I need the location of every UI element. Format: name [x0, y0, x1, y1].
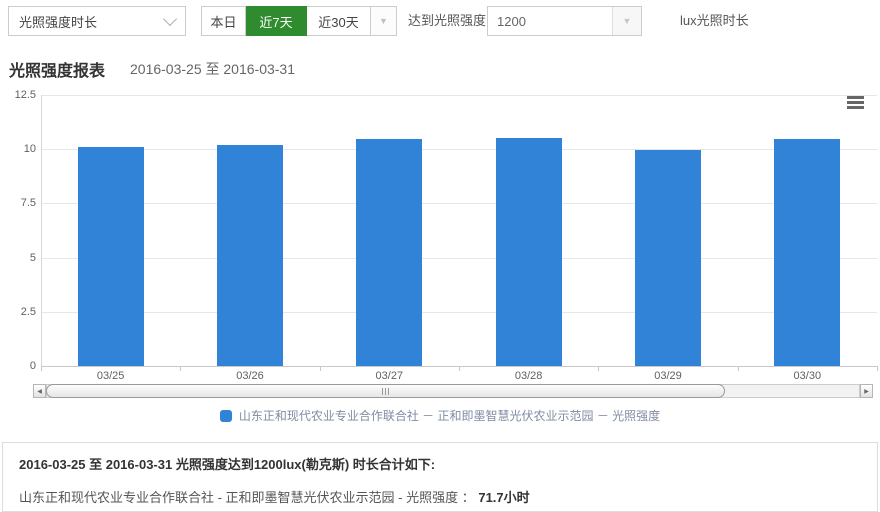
- summary-panel: 2016-03-25 至 2016-03-31 光照强度达到1200lux(勒克…: [2, 442, 878, 512]
- bar-03/29[interactable]: [635, 150, 701, 366]
- x-axis-category-label: 03/28: [459, 370, 598, 382]
- x-axis-category-label: 03/27: [320, 370, 459, 382]
- bar-03/27[interactable]: [356, 139, 422, 366]
- x-axis-category-label: 03/30: [738, 370, 877, 382]
- summary-detail-prefix: 山东正和现代农业专业合作联合社 - 正和即墨智慧光伏农业示范园 - 光照强度 ：: [19, 490, 475, 505]
- x-axis-category-label: 03/26: [180, 370, 319, 382]
- gridline-y-10: [41, 149, 877, 150]
- x-axis-tick: [877, 366, 878, 371]
- legend-item[interactable]: 山东正和现代农业专业合作联合社 － 正和即墨智慧光伏农业示范园 － 光照强度: [220, 407, 660, 424]
- y-axis-tick-label: 7.5: [0, 197, 36, 209]
- legend-label: 山东正和现代农业专业合作联合社 － 正和即墨智慧光伏农业示范园 － 光照强度: [239, 407, 660, 424]
- legend-marker-icon: [220, 410, 232, 422]
- gridline-y-7.5: [41, 203, 877, 204]
- arrow-left-icon: ◀: [37, 388, 42, 395]
- x-axis-category-label: 03/25: [41, 370, 180, 382]
- y-axis-tick-label: 0: [0, 360, 36, 372]
- gridline-y-12.5: [41, 95, 877, 96]
- y-axis-tick-label: 2.5: [0, 306, 36, 318]
- arrow-right-icon: ▶: [864, 388, 869, 395]
- bar-03/28[interactable]: [496, 138, 562, 366]
- hamburger-menu-icon: [847, 96, 864, 99]
- y-axis-tick-label: 12.5: [0, 89, 36, 101]
- bar-03/30[interactable]: [774, 139, 840, 366]
- bar-03/25[interactable]: [78, 147, 144, 366]
- y-axis-tick-label: 5: [0, 252, 36, 264]
- bar-03/26[interactable]: [217, 145, 283, 366]
- scrollbar-right-button[interactable]: ▶: [860, 384, 873, 398]
- chart-scrollbar-thumb[interactable]: [46, 384, 725, 398]
- chart-export-menu-button[interactable]: [847, 96, 864, 109]
- summary-detail: 山东正和现代农业专业合作联合社 - 正和即墨智慧光伏农业示范园 - 光照强度 ：…: [19, 487, 861, 506]
- summary-heading: 2016-03-25 至 2016-03-31 光照强度达到1200lux(勒克…: [19, 454, 861, 473]
- y-axis-line: [41, 95, 42, 366]
- gridline-y-5: [41, 258, 877, 259]
- y-axis-tick-label: 10: [0, 143, 36, 155]
- summary-total-hours: 71.7小时: [478, 490, 529, 505]
- light-intensity-bar-chart: 0 2.5 5 7.5 10 12.5 03/2503/2603/2703/2803/290…: [0, 0, 880, 430]
- x-axis-category-label: 03/29: [598, 370, 737, 382]
- scrollbar-left-button[interactable]: ◀: [33, 384, 46, 398]
- gridline-y-2.5: [41, 312, 877, 313]
- grip-icon: [382, 388, 389, 395]
- chart-legend: 山东正和现代农业专业合作联合社 － 正和即墨智慧光伏农业示范园 － 光照强度: [0, 407, 880, 424]
